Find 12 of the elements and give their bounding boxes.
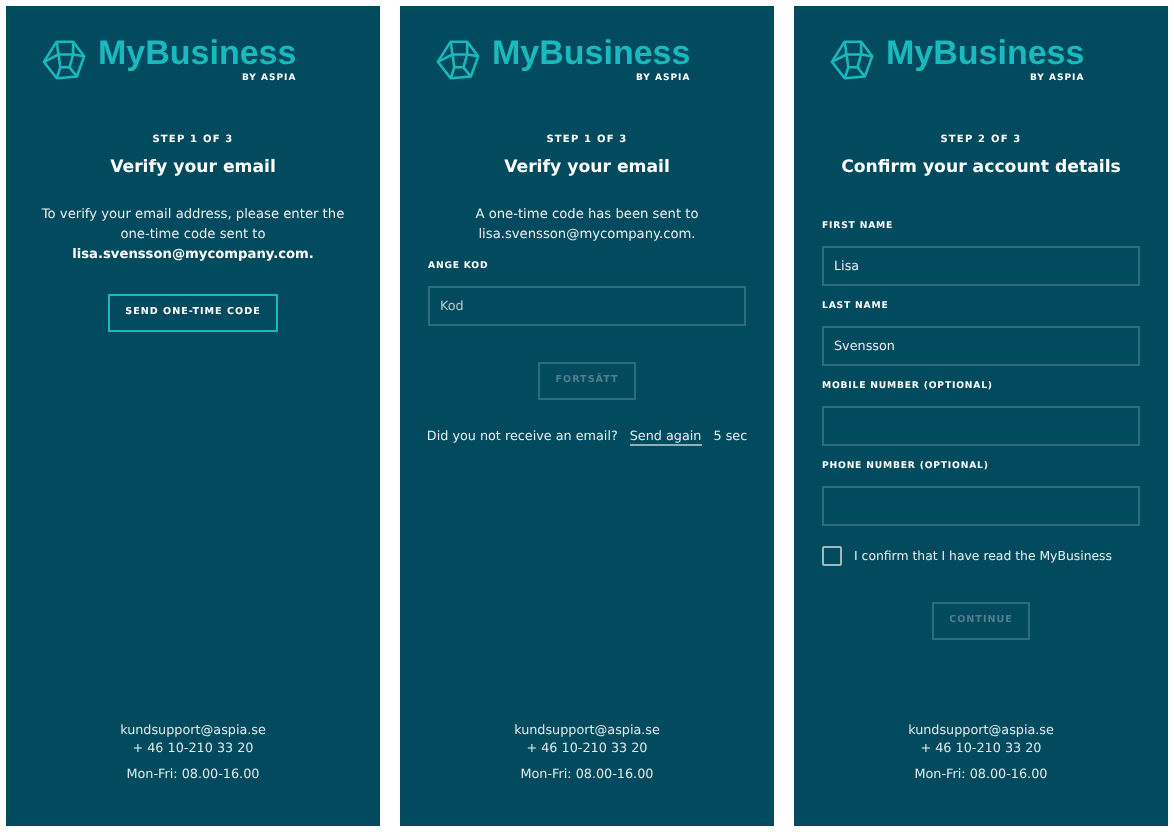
- logo-name: MyBusiness: [98, 34, 297, 72]
- polyhedron-icon: [42, 37, 86, 81]
- input-field[interactable]: [822, 406, 1140, 446]
- screen-title: Verify your email: [504, 158, 670, 178]
- logo-name: MyBusiness: [886, 34, 1085, 72]
- screen-title: Confirm your account details: [841, 158, 1121, 178]
- screen-title: Verify your email: [110, 158, 276, 178]
- polyhedron-icon: [830, 37, 874, 81]
- polyhedron-icon: [436, 37, 480, 81]
- checkbox[interactable]: [822, 546, 842, 566]
- input-field[interactable]: [822, 486, 1140, 526]
- logo-name: MyBusiness: [492, 34, 691, 72]
